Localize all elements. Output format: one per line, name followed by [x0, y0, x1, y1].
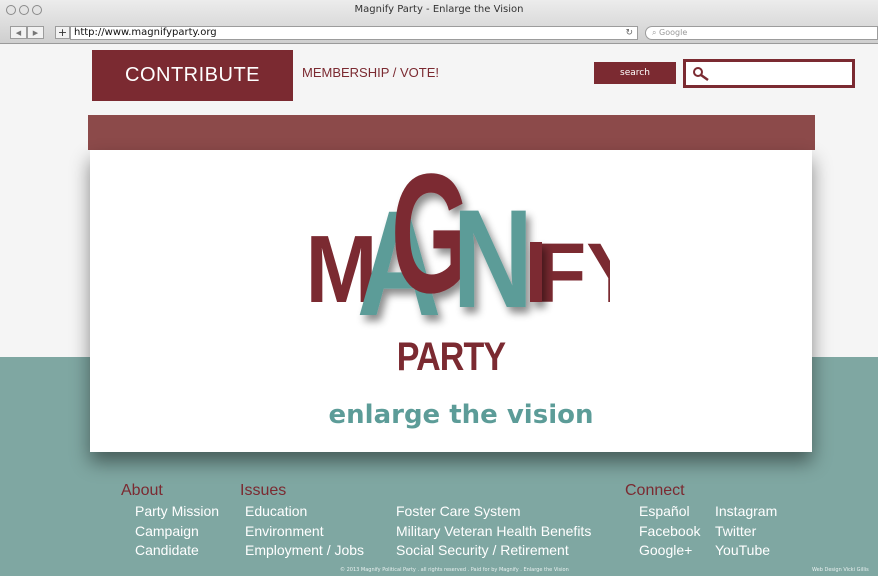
about-heading: About: [121, 482, 163, 499]
candidate-link[interactable]: Candidate: [135, 542, 219, 560]
youtube-link[interactable]: YouTube: [715, 542, 777, 560]
hero-top-bar: [88, 115, 815, 150]
add-bookmark-button[interactable]: +: [55, 26, 70, 39]
connect-heading: Connect: [625, 482, 685, 499]
web-page: CONTRIBUTE MEMBERSHIP / VOTE! search M F…: [0, 45, 878, 576]
social-security-link[interactable]: Social Security / Retirement: [396, 542, 591, 560]
svg-text:FY: FY: [535, 226, 610, 320]
search-icon: [693, 67, 709, 82]
party-mission-link[interactable]: Party Mission: [135, 503, 219, 521]
url-text: http://www.magnifyparty.org: [74, 27, 217, 38]
membership-vote-link[interactable]: MEMBERSHIP / VOTE!: [302, 65, 439, 80]
issues-links-left: Education Environment Employment / Jobs: [245, 503, 364, 560]
browser-search-placeholder: Google: [659, 28, 688, 37]
party-text: PARTY: [396, 335, 506, 379]
about-links: Party Mission Campaign Candidate: [135, 503, 219, 560]
issues-heading: Issues: [240, 482, 287, 499]
forward-arrow-icon[interactable]: ▶: [27, 26, 44, 39]
reload-icon[interactable]: ↻: [625, 27, 633, 39]
google-plus-link[interactable]: Google+: [639, 542, 700, 560]
svg-text:N: N: [452, 180, 533, 337]
window-title: Magnify Party - Enlarge the Vision: [354, 4, 524, 15]
education-link[interactable]: Education: [245, 503, 364, 521]
twitter-link[interactable]: Twitter: [715, 523, 777, 541]
design-credit: Web Design Vicki Gillis: [812, 567, 869, 573]
instagram-link[interactable]: Instagram: [715, 503, 777, 521]
address-bar[interactable]: http://www.magnifyparty.org ↻: [70, 26, 638, 40]
campaign-link[interactable]: Campaign: [135, 523, 219, 541]
issues-links-right: Foster Care System Military Veteran Heal…: [396, 503, 591, 560]
espanol-link[interactable]: Español: [639, 503, 700, 521]
nav-buttons: ◀ ▶: [10, 26, 44, 39]
browser-toolbar: Magnify Party - Enlarge the Vision ◀ ▶ +…: [0, 0, 878, 44]
employment-jobs-link[interactable]: Employment / Jobs: [245, 542, 364, 560]
veteran-health-link[interactable]: Military Veteran Health Benefits: [396, 523, 591, 541]
environment-link[interactable]: Environment: [245, 523, 364, 541]
facebook-link[interactable]: Facebook: [639, 523, 700, 541]
search-button[interactable]: search: [594, 62, 676, 84]
magnifier-icon: ⌕: [652, 28, 657, 37]
tagline: enlarge the vision: [328, 400, 594, 430]
magnify-logo: M FY A G N: [310, 170, 610, 340]
connect-links-right: Instagram Twitter YouTube: [715, 503, 777, 560]
back-arrow-icon[interactable]: ◀: [10, 26, 27, 39]
foster-care-link[interactable]: Foster Care System: [396, 503, 591, 521]
connect-links-left: Español Facebook Google+: [639, 503, 700, 560]
hero-banner: M FY A G N PARTY enlarge the vision: [90, 150, 812, 452]
browser-search-field[interactable]: ⌕ Google: [645, 26, 878, 40]
contribute-button[interactable]: CONTRIBUTE: [92, 50, 293, 101]
copyright-text: © 2013 Magnify Political Party . all rig…: [340, 567, 569, 573]
site-search-input[interactable]: [683, 59, 855, 88]
